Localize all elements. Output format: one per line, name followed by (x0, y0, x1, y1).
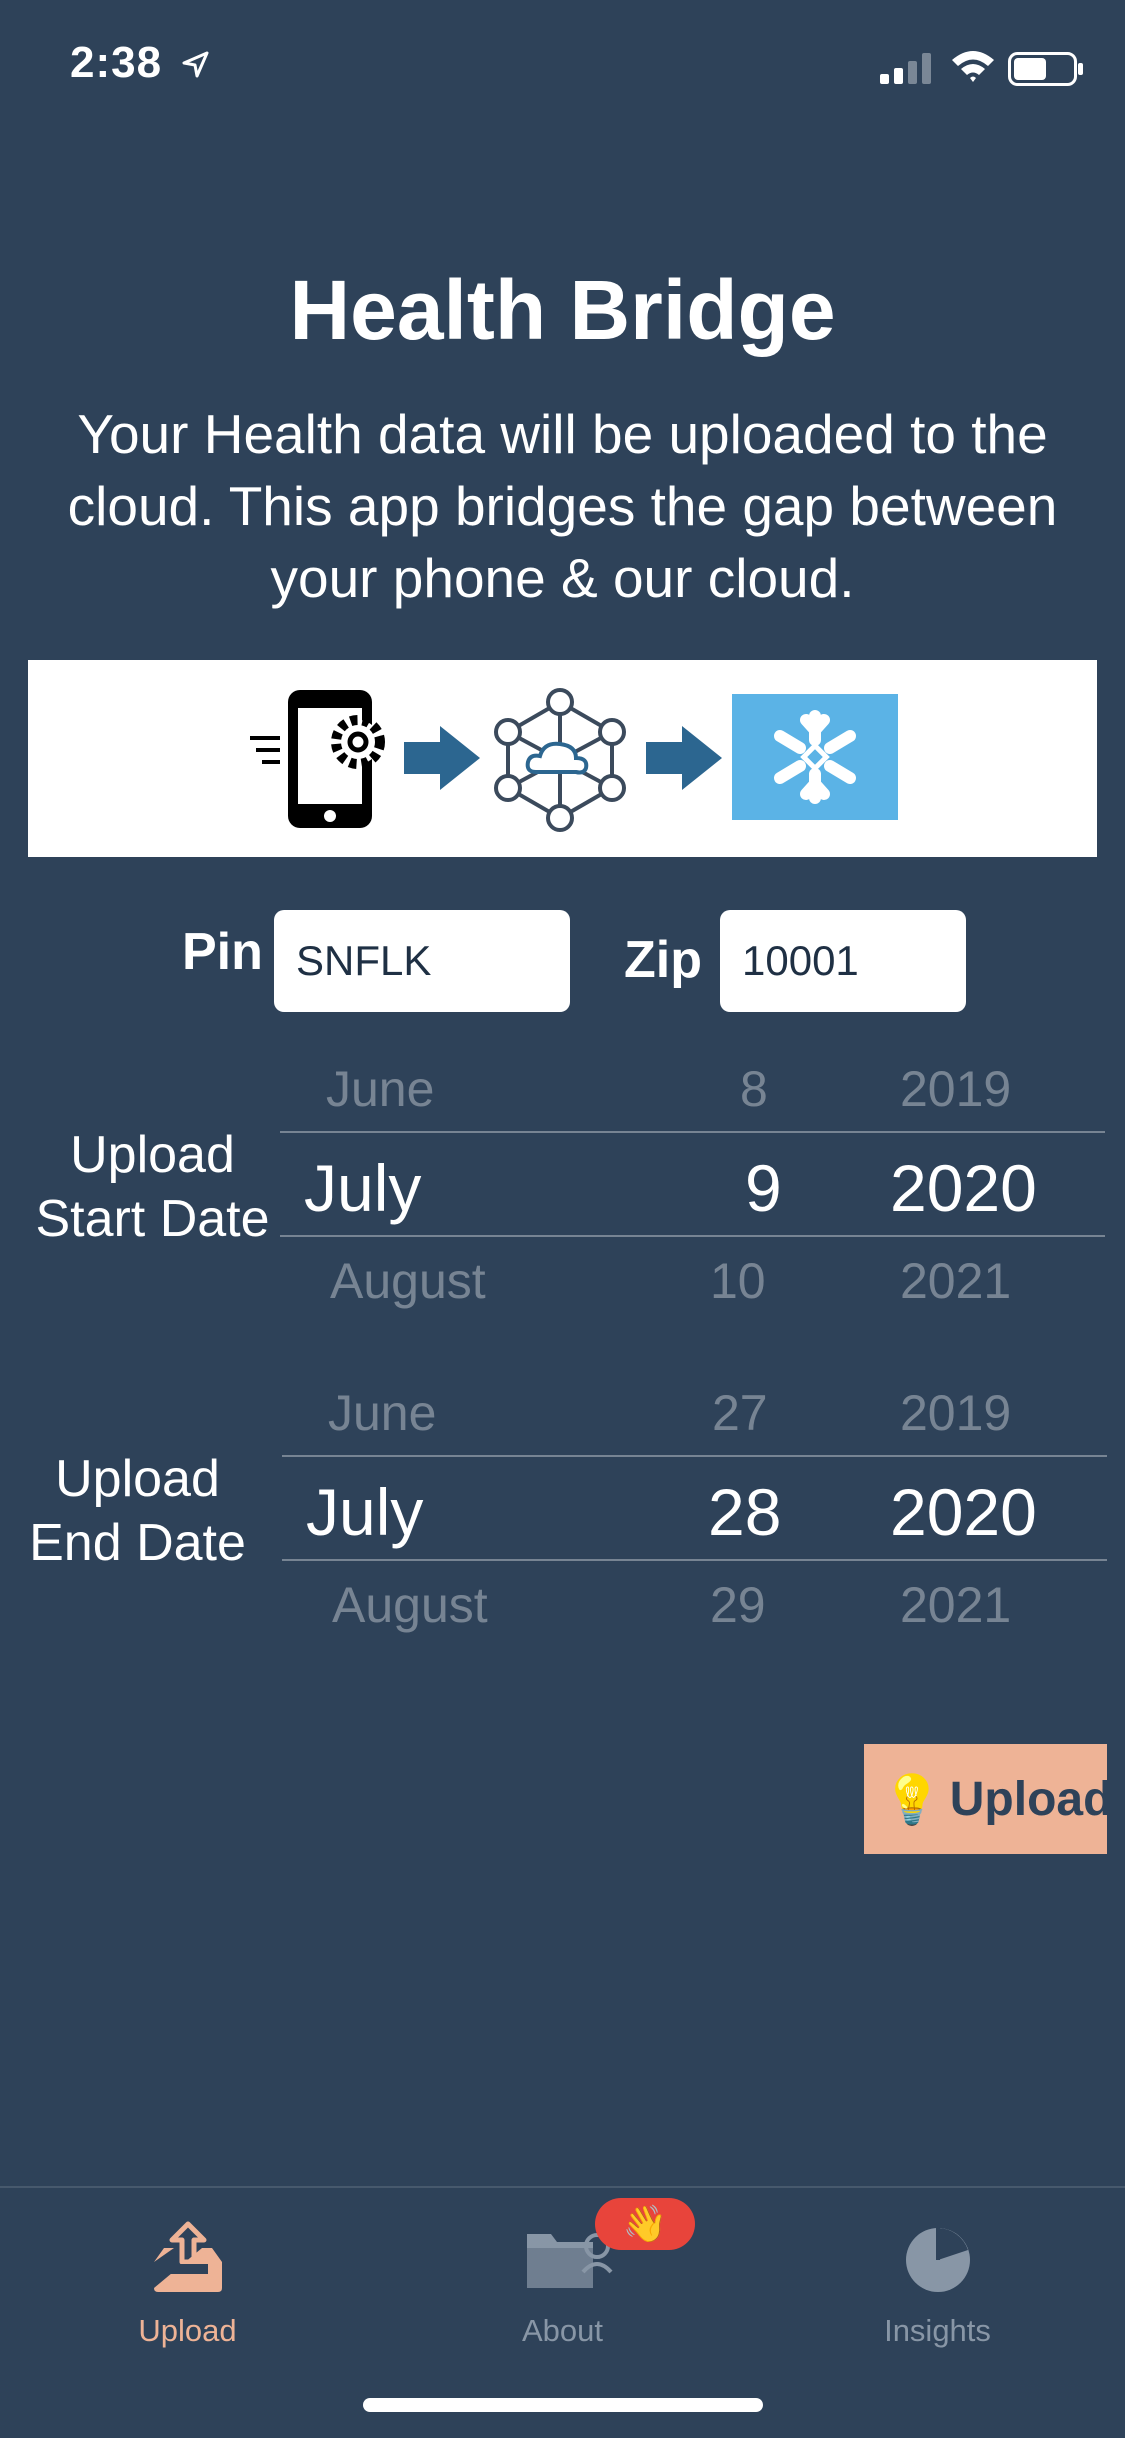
about-notification-badge: 👋 (595, 2198, 695, 2250)
start-month-prev[interactable]: June (326, 1060, 434, 1118)
start-day-prev[interactable]: 8 (740, 1060, 768, 1118)
tab-about[interactable]: About (375, 2218, 750, 2349)
start-month-next[interactable]: August (330, 1252, 486, 1310)
arrow-right-icon (404, 726, 480, 790)
start-year-prev[interactable]: 2019 (900, 1060, 1011, 1118)
start-date-picker[interactable]: June July August 8 9 10 2019 2020 2021 (280, 1060, 1105, 1310)
bridge-banner (28, 660, 1097, 857)
end-year-prev[interactable]: 2019 (900, 1384, 1011, 1442)
end-date-label-line2: End Date (29, 1514, 246, 1572)
start-date-label-line1: Upload (70, 1126, 235, 1184)
picker-selection-line (280, 1235, 1105, 1237)
start-date-label: Upload Start Date (20, 1123, 285, 1251)
location-arrow-icon (182, 51, 209, 78)
end-month-selected[interactable]: July (306, 1474, 423, 1550)
start-month-selected[interactable]: July (304, 1150, 421, 1226)
page-title: Health Bridge (289, 263, 836, 357)
pin-label: Pin (182, 923, 263, 981)
status-time: 2:38 (70, 38, 163, 87)
start-year-selected[interactable]: 2020 (890, 1150, 1037, 1226)
start-year-next[interactable]: 2021 (900, 1252, 1011, 1310)
phone-gear-icon (250, 690, 385, 828)
picker-selection-line (282, 1455, 1107, 1457)
upload-button[interactable]: 💡 Upload (864, 1744, 1112, 1854)
start-date-label-line2: Start Date (35, 1190, 270, 1248)
battery-icon (1008, 52, 1083, 86)
end-day-prev[interactable]: 27 (712, 1384, 768, 1442)
end-day-selected[interactable]: 28 (708, 1474, 781, 1550)
end-day-next[interactable]: 29 (710, 1576, 766, 1634)
pin-field[interactable]: SNFLK (274, 910, 570, 1012)
page-subtitle: Your Health data will be uploaded to the… (67, 403, 1058, 609)
tab-insights-label: Insights (884, 2313, 991, 2348)
lightbulb-icon: 💡 (882, 1773, 942, 1827)
snowflake-logo-icon (732, 694, 898, 820)
end-month-next[interactable]: August (332, 1576, 488, 1634)
end-date-label-line1: Upload (55, 1450, 220, 1508)
zip-field[interactable]: 10001 (720, 910, 966, 1012)
home-indicator[interactable] (363, 2398, 763, 2412)
wifi-icon (952, 51, 994, 82)
picker-selection-line (282, 1559, 1107, 1561)
start-day-selected[interactable]: 9 (745, 1150, 782, 1226)
pie-chart-icon (905, 2228, 970, 2292)
start-day-next[interactable]: 10 (710, 1252, 766, 1310)
zip-label: Zip (624, 931, 702, 989)
end-month-prev[interactable]: June (328, 1384, 436, 1442)
tab-upload[interactable]: Upload (0, 2218, 375, 2349)
end-date-label: Upload End Date (0, 1447, 275, 1575)
upload-tray-icon (153, 2221, 222, 2292)
end-year-selected[interactable]: 2020 (890, 1474, 1037, 1550)
network-cloud-icon (494, 688, 626, 832)
bridge-diagram-icon (250, 688, 898, 832)
tab-upload-label: Upload (138, 2313, 237, 2348)
end-date-picker[interactable]: June July August 27 28 29 2019 2020 2021 (282, 1384, 1107, 1634)
arrow-right-icon (646, 726, 722, 790)
picker-selection-line (280, 1131, 1105, 1133)
tab-about-label: About (521, 2313, 603, 2348)
upload-button-label: Upload (949, 1772, 1113, 1826)
cellular-signal-icon (880, 53, 931, 84)
tab-insights[interactable]: Insights (750, 2218, 1125, 2349)
end-year-next[interactable]: 2021 (900, 1576, 1011, 1634)
